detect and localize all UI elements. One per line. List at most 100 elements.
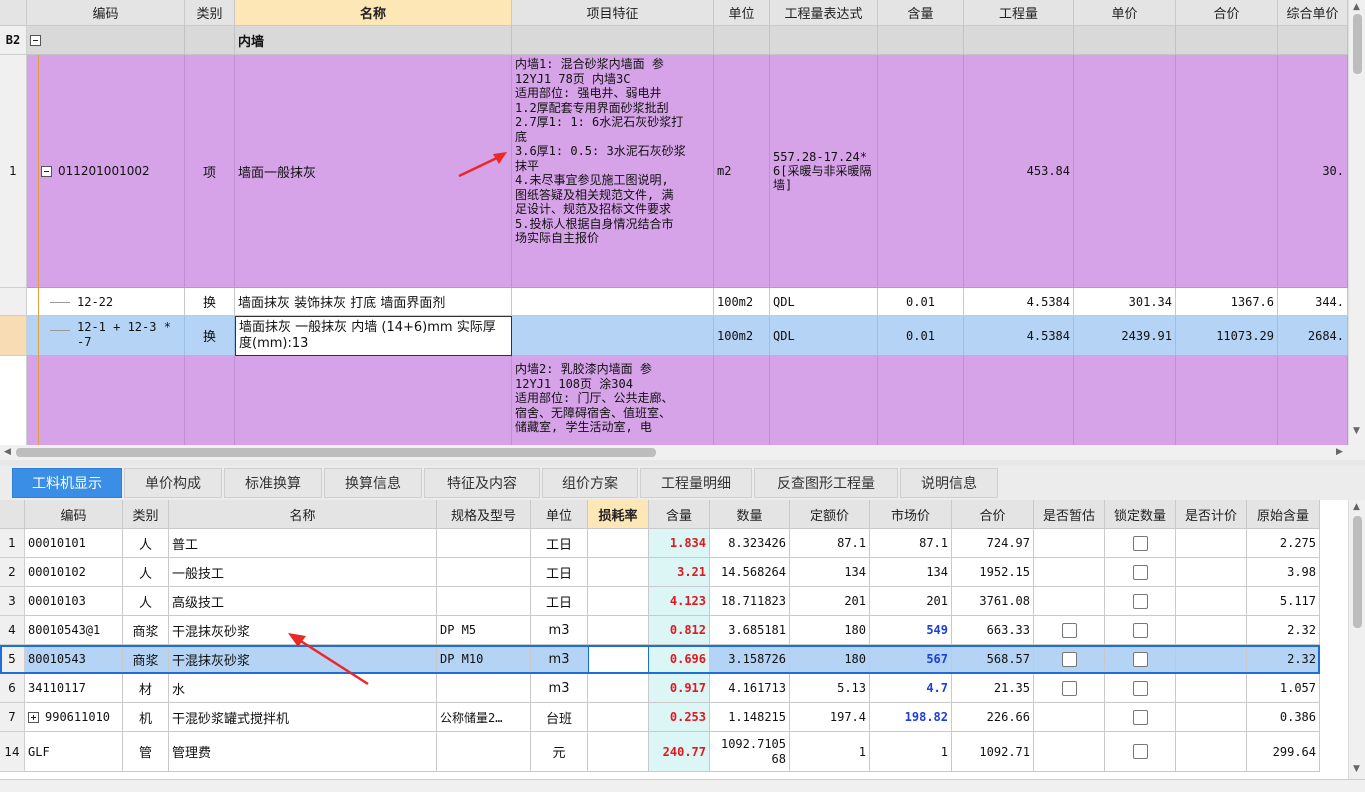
section-row[interactable]: B2 内墙 [0, 26, 1348, 55]
resource-row[interactable]: 7 990611010 机干混砂浆罐式搅拌机 公称储量2… 台班 0.253 1.14821… [0, 703, 1320, 732]
material-name[interactable]: 管理费 [169, 732, 437, 772]
sub2-name[interactable]: 墙面抹灰 一般抹灰 内墙 (14+6)mm 实际厚度(mm):13 [235, 316, 512, 356]
market-price[interactable]: 567 [870, 645, 952, 674]
resource-row[interactable]: 4 80010543@1 商浆 干混抹灰砂浆 DP M5 m3 0.812 3.685181 1… [0, 616, 1320, 645]
collapse-icon[interactable] [41, 165, 52, 177]
market-price[interactable]: 1 [870, 732, 952, 772]
resource-row[interactable]: 14 GLF 管管理费元 240.77 1092.7105 68 1 1 1092.71 299… [0, 732, 1320, 772]
col-market-price[interactable]: 市场价 [870, 500, 952, 529]
header-total[interactable]: 合价 [1176, 0, 1278, 26]
col-type[interactable]: 类别 [123, 500, 169, 529]
lock-qty-checkbox[interactable] [1132, 680, 1148, 696]
content-value[interactable]: 0.253 [649, 703, 710, 732]
header-name[interactable]: 名称 [235, 0, 512, 26]
header-price[interactable]: 单价 [1074, 0, 1176, 26]
market-price[interactable]: 549 [870, 616, 952, 645]
header-composite[interactable]: 综合单价 [1278, 0, 1348, 26]
col-name[interactable]: 名称 [169, 500, 437, 529]
loss-rate[interactable] [588, 529, 649, 558]
material-name[interactable]: 普工 [169, 529, 437, 558]
col-original-content[interactable]: 原始含量 [1247, 500, 1320, 529]
col-total[interactable]: 合价 [952, 500, 1034, 529]
scroll-up-icon[interactable]: ▲ [1353, 502, 1360, 512]
scroll-down-icon[interactable]: ▼ [1353, 426, 1360, 436]
header-content[interactable]: 含量 [878, 0, 964, 26]
loss-rate[interactable] [588, 703, 649, 732]
loss-rate[interactable] [588, 587, 649, 616]
sub1-expr[interactable]: QDL [770, 288, 878, 316]
loss-rate[interactable] [588, 558, 649, 587]
lock-qty-checkbox[interactable] [1132, 593, 1148, 609]
quota-row-selected[interactable]: 12-1 + 12-3 * -7 换 墙面抹灰 一般抹灰 内墙 (14+6)mm… [0, 316, 1348, 356]
scrollbar-thumb[interactable] [16, 448, 656, 457]
header-code[interactable]: 编码 [27, 0, 185, 26]
tab-labor-material-machine[interactable]: 工料机显示 [12, 468, 122, 498]
tab-description[interactable]: 说明信息 [900, 468, 998, 498]
col-qty[interactable]: 数量 [710, 500, 790, 529]
market-price[interactable]: 87.1 [870, 529, 952, 558]
market-price[interactable]: 134 [870, 558, 952, 587]
bottom-vertical-scrollbar[interactable]: ▲ ▼ [1348, 500, 1365, 779]
tab-standard-conversion[interactable]: 标准换算 [224, 468, 322, 498]
content-value[interactable]: 0.917 [649, 674, 710, 703]
bill-item-row[interactable]: 内墙2: 乳胶漆内墙面 参 12YJ1 108页 涂304 适用部位: 门厅、公… [0, 356, 1348, 445]
content-value[interactable]: 240.77 [649, 732, 710, 772]
tab-unit-price-composition[interactable]: 单价构成 [124, 468, 222, 498]
header-type[interactable]: 类别 [185, 0, 235, 26]
market-price[interactable]: 4.7 [870, 674, 952, 703]
loss-rate[interactable] [588, 732, 649, 772]
content-value[interactable]: 0.696 [649, 645, 710, 674]
resource-row[interactable]: 6 34110117 材水 m3 0.917 4.161713 5.13 4.7 21.35 1.… [0, 674, 1320, 703]
col-is-priced[interactable]: 是否计价 [1176, 500, 1247, 529]
content-value[interactable]: 3.21 [649, 558, 710, 587]
col-is-provisional[interactable]: 是否暂估 [1034, 500, 1105, 529]
tab-reverse-graphic-quantity[interactable]: 反查图形工程量 [754, 468, 898, 498]
lock-qty-checkbox[interactable] [1132, 744, 1148, 759]
sub2-expr[interactable]: QDL [770, 316, 878, 356]
top-vertical-scrollbar[interactable]: ▲ ▼ [1348, 0, 1365, 445]
expand-icon[interactable] [28, 711, 39, 723]
resource-row[interactable]: 5 80010543 商浆 干混抹灰砂浆 DP M10 m3 0.696 3.158726 18… [0, 645, 1320, 674]
provisional-checkbox[interactable] [1061, 651, 1077, 667]
scrollbar-thumb[interactable] [1353, 14, 1362, 74]
lock-qty-checkbox[interactable] [1132, 564, 1148, 580]
header-qty[interactable]: 工程量 [964, 0, 1074, 26]
scroll-left-icon[interactable]: ◀ [4, 447, 11, 457]
lock-qty-checkbox[interactable] [1132, 535, 1148, 551]
col-code[interactable]: 编码 [25, 500, 123, 529]
resource-row[interactable]: 1 00010101 人普工 工日 1.834 8.323426 87.1 87.1 724.9… [0, 529, 1320, 558]
material-name[interactable]: 干混砂浆罐式搅拌机 [169, 703, 437, 732]
col-spec[interactable]: 规格及型号 [437, 500, 531, 529]
header-feature[interactable]: 项目特征 [512, 0, 714, 26]
tab-pricing-scheme[interactable]: 组价方案 [542, 468, 638, 498]
next-item-feature[interactable]: 内墙2: 乳胶漆内墙面 参 12YJ1 108页 涂304 适用部位: 门厅、公… [512, 356, 714, 445]
item-feature[interactable]: 内墙1: 混合砂浆内墙面 参 12YJ1 78页 内墙3C 适用部位: 强电井、… [512, 55, 714, 288]
resource-row[interactable]: 2 00010102 人一般技工 工日 3.21 14.568264 134 134 1952.… [0, 558, 1320, 587]
provisional-checkbox[interactable] [1061, 622, 1077, 638]
top-horizontal-scrollbar[interactable]: ◀ ▶ [0, 445, 1365, 460]
tab-conversion-info[interactable]: 换算信息 [324, 468, 422, 498]
scrollbar-thumb[interactable] [1353, 516, 1362, 628]
item-expr[interactable]: 557.28-17.24*6[采暖与非采暖隔墙] [770, 55, 878, 288]
lock-qty-checkbox[interactable] [1132, 651, 1148, 667]
loss-rate[interactable] [588, 616, 649, 645]
scroll-down-icon[interactable]: ▼ [1353, 764, 1360, 774]
content-value[interactable]: 4.123 [649, 587, 710, 616]
header-unit[interactable]: 单位 [714, 0, 770, 26]
col-content[interactable]: 含量 [649, 500, 710, 529]
col-quota-price[interactable]: 定额价 [790, 500, 870, 529]
market-price[interactable]: 198.82 [870, 703, 952, 732]
sub1-name[interactable]: 墙面抹灰 装饰抹灰 打底 墙面界面剂 [235, 288, 512, 316]
collapse-icon[interactable] [30, 34, 41, 46]
market-price[interactable]: 201 [870, 587, 952, 616]
header-expr[interactable]: 工程量表达式 [770, 0, 878, 26]
lock-qty-checkbox[interactable] [1132, 709, 1148, 725]
content-value[interactable]: 0.812 [649, 616, 710, 645]
provisional-checkbox[interactable] [1061, 680, 1077, 696]
content-value[interactable]: 1.834 [649, 529, 710, 558]
col-lock-qty[interactable]: 锁定数量 [1105, 500, 1176, 529]
scroll-up-icon[interactable]: ▲ [1353, 2, 1360, 12]
material-name[interactable]: 一般技工 [169, 558, 437, 587]
scroll-right-icon[interactable]: ▶ [1336, 447, 1343, 457]
material-name[interactable]: 高级技工 [169, 587, 437, 616]
